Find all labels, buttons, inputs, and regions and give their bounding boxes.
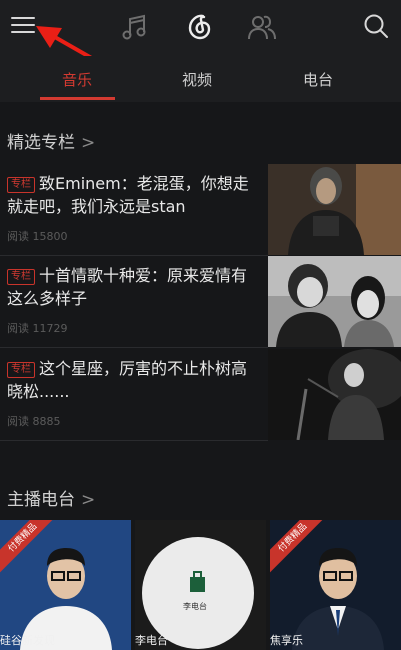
column-badge: 专栏 [7, 177, 35, 193]
article-read-count: 阅读 11729 [7, 322, 68, 335]
chevron-right-icon: > [81, 133, 96, 153]
tab-active-indicator [40, 97, 115, 100]
divider [0, 347, 268, 348]
article-item[interactable]: 专栏 这个星座，厉害的不止朴树高晓松...... 阅读 8885 [0, 349, 401, 441]
chevron-right-icon: > [81, 490, 96, 510]
article-title-text: 十首情歌十种爱：原来爱情有这么多样子 [7, 266, 248, 308]
tab-music[interactable]: 音乐 [62, 69, 92, 90]
article-title: 专栏 这个星座，厉害的不止朴树高晓松...... [7, 357, 257, 403]
radio-card[interactable]: 李电台 李电台 [135, 520, 266, 650]
radio-section-title[interactable]: 主播电台 > [7, 485, 95, 510]
article-title-text: 致Eminem：老混蛋，你想走就走吧，我们永远是stan [7, 174, 249, 216]
friends-icon[interactable] [246, 12, 278, 46]
article-thumbnail [268, 349, 401, 440]
tab-bar: 音乐 视频 电台 [0, 56, 401, 102]
radio-name: 硅谷新发现 [0, 634, 55, 647]
radio-title-text: 主播电台 [7, 490, 75, 510]
top-bar [0, 0, 401, 82]
article-title: 专栏 致Eminem：老混蛋，你想走就走吧，我们永远是stan [7, 172, 257, 218]
column-badge: 专栏 [7, 269, 35, 285]
article-thumbnail [268, 164, 401, 255]
article-read-count: 阅读 15800 [7, 230, 68, 243]
featured-section-title[interactable]: 精选专栏 > [7, 128, 95, 153]
radio-cover [135, 520, 266, 650]
search-icon[interactable] [362, 12, 390, 44]
radio-name: 李电台 [135, 634, 168, 647]
radio-card[interactable]: 付费精品 焦享乐 [270, 520, 401, 650]
article-item[interactable]: 专栏 致Eminem：老混蛋，你想走就走吧，我们永远是stan 阅读 15800 [0, 164, 401, 256]
column-badge: 专栏 [7, 362, 35, 378]
radio-name: 焦享乐 [270, 634, 303, 647]
netease-logo-icon[interactable] [184, 12, 214, 46]
article-read-count: 阅读 8885 [7, 415, 61, 428]
tab-radio[interactable]: 电台 [303, 69, 333, 90]
article-item[interactable]: 专栏 十首情歌十种爱：原来爱情有这么多样子 阅读 11729 [0, 256, 401, 348]
tab-video[interactable]: 视频 [182, 69, 212, 90]
article-title-text: 这个星座，厉害的不止朴树高晓松...... [7, 359, 248, 401]
featured-title-text: 精选专栏 [7, 133, 75, 153]
divider [0, 440, 268, 441]
radio-card[interactable]: 付费精品 硅谷新发现 [0, 520, 131, 650]
article-title: 专栏 十首情歌十种爱：原来爱情有这么多样子 [7, 264, 257, 310]
radio-logo-text: 李电台 [183, 602, 207, 611]
article-thumbnail [268, 256, 401, 347]
